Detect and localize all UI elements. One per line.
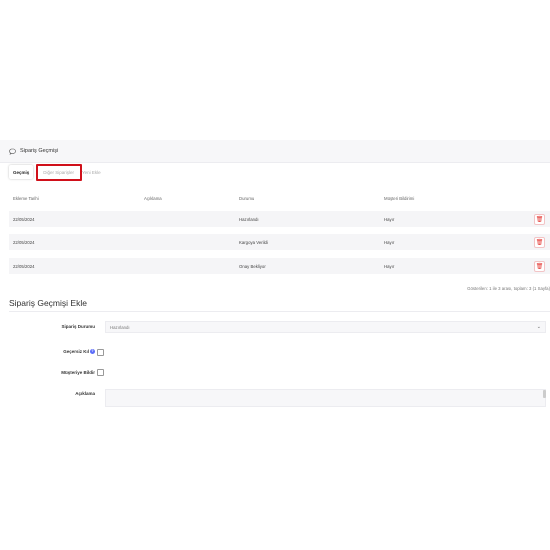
cell-status: Onay Bekliyor — [239, 263, 266, 269]
order-history-panel: Sipariş Geçmişi Geçmiş Diğer Siparişler … — [0, 140, 550, 408]
trash-icon: 🗑 — [535, 216, 544, 223]
panel-header: Sipariş Geçmişi — [0, 140, 550, 163]
override-checkbox[interactable] — [97, 349, 104, 356]
notify-checkbox[interactable] — [97, 369, 104, 376]
info-icon: ? — [90, 349, 95, 355]
header-status: Durumu — [239, 195, 255, 201]
delete-button[interactable]: 🗑 — [534, 236, 545, 248]
header-notify: Müşteri Bildirimi — [384, 195, 415, 201]
panel-title: Sipariş Geçmişi — [20, 148, 59, 154]
scrollbar[interactable] — [543, 390, 546, 398]
notify-label: Müşteriye Bildir — [61, 370, 95, 375]
tab-history[interactable]: Geçmiş — [9, 165, 34, 179]
cell-date: 22/05/2024 — [13, 239, 35, 245]
header-description: Açıklama — [144, 195, 162, 201]
delete-button[interactable]: 🗑 — [534, 213, 545, 225]
cell-notify: Hayır — [384, 216, 395, 222]
cell-status: Kargoya Verildi — [239, 239, 268, 245]
comment-label: Açıklama — [75, 391, 95, 396]
cell-status: Hazırlandı — [239, 216, 259, 222]
table-row: 22/05/2024 Hazırlandı Hayır 🗑 — [9, 211, 550, 227]
divider — [9, 311, 550, 312]
cell-notify: Hayır — [384, 239, 395, 245]
comment-icon — [9, 147, 17, 155]
status-label: Sipariş Durumu — [61, 324, 95, 329]
pagination-text: Gösterilen: 1 ile 3 arası, toplam: 3 (1 … — [467, 286, 550, 291]
header-date: Ekleme Tarihi — [13, 195, 39, 201]
cell-date: 22/05/2024 — [13, 263, 35, 269]
chevron-down-icon: ⌄ — [536, 324, 541, 330]
override-label-wrap: Geçersiz Kıl? — [30, 349, 95, 355]
tab-add-new[interactable]: Yeni Ekle — [78, 165, 105, 179]
table-row: 22/05/2024 Onay Bekliyor Hayır 🗑 — [9, 258, 550, 274]
table-header: Ekleme Tarihi Açıklama Durumu Müşteri Bi… — [9, 193, 550, 203]
order-status-value: Hazırlandı — [110, 324, 130, 330]
comment-textarea[interactable] — [105, 389, 546, 407]
highlight-box — [36, 164, 82, 181]
table-row: 22/05/2024 Kargoya Verildi Hayır 🗑 — [9, 234, 550, 250]
cell-date: 22/05/2024 — [13, 216, 35, 222]
cell-notify: Hayır — [384, 263, 395, 269]
order-status-select[interactable]: Hazırlandı ⌄ — [105, 321, 546, 333]
trash-icon: 🗑 — [535, 263, 544, 270]
trash-icon: 🗑 — [535, 239, 544, 246]
add-history-title: Sipariş Geçmişi Ekle — [9, 298, 87, 308]
delete-button[interactable]: 🗑 — [534, 260, 545, 272]
override-label: Geçersiz Kıl — [63, 349, 89, 354]
